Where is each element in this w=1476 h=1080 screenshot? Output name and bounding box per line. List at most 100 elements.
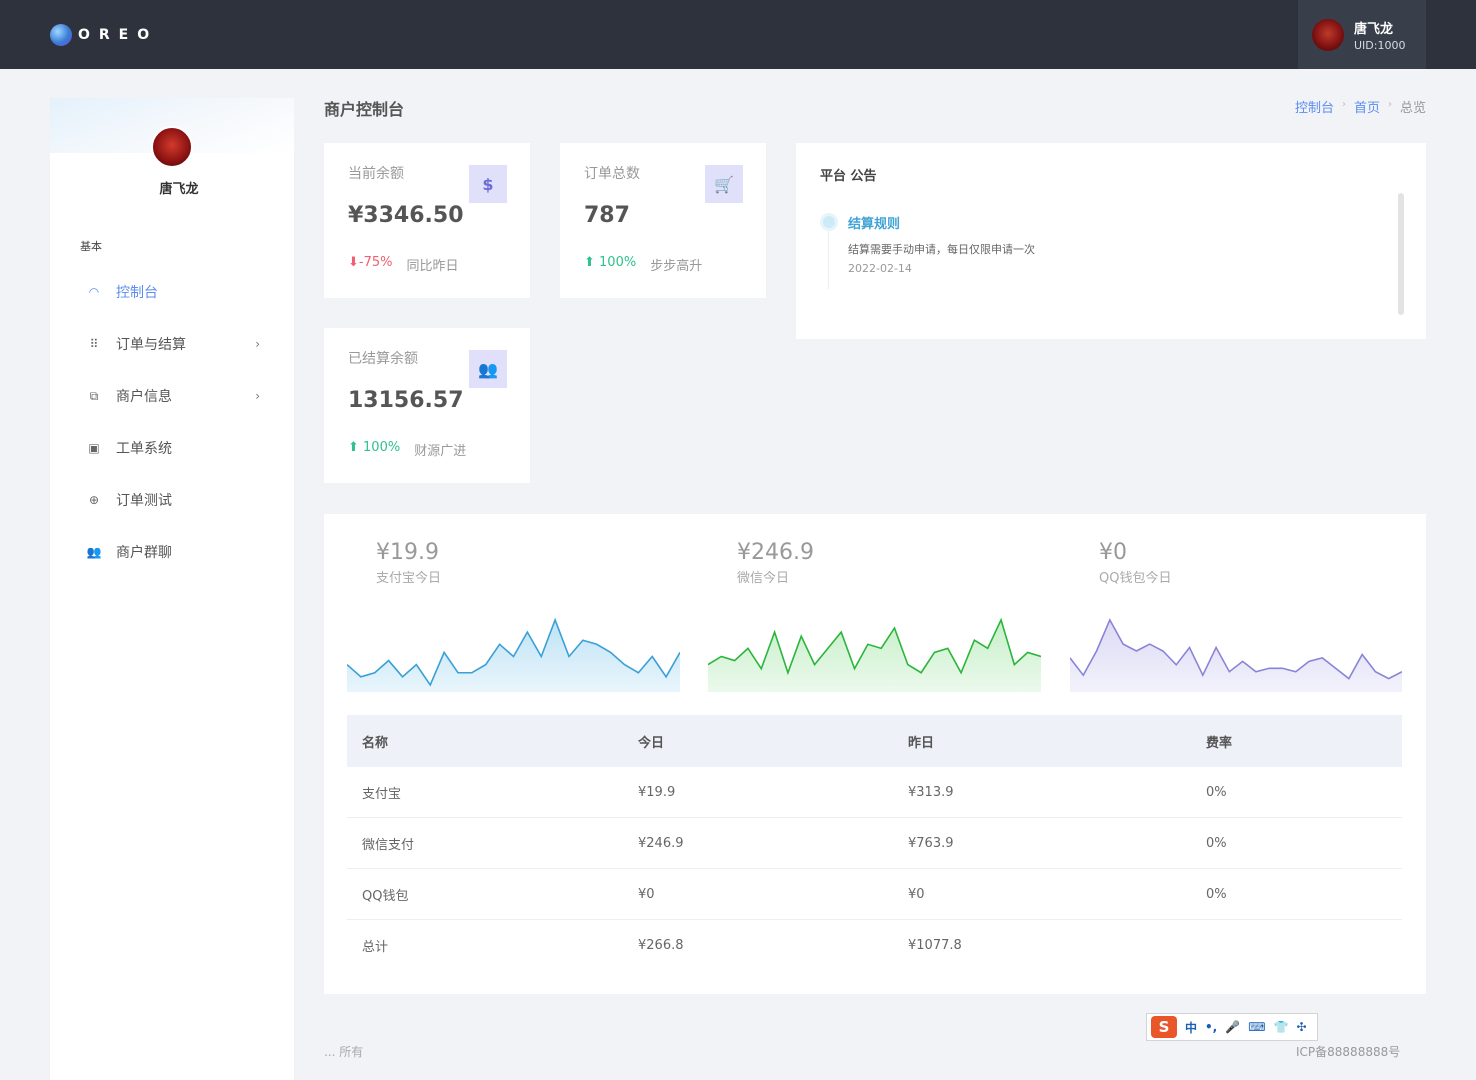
table-row: 总计 ¥266.8 ¥1077.8	[347, 920, 1402, 971]
grid-icon: ⠿	[89, 337, 99, 351]
stat-value: ¥3346.50	[348, 203, 464, 228]
trend-note: 步步高升	[650, 259, 703, 274]
trend-up-value: ⬆ 100%	[348, 440, 401, 455]
sidebar-item-label: 商户信息	[116, 389, 172, 405]
sparkline-qq	[1070, 618, 1402, 692]
sidebar-item-dashboard[interactable]: ◠ 控制台	[50, 266, 294, 318]
sidebar-user-name: 唐飞龙	[159, 182, 199, 197]
ime-keyboard-icon[interactable]: ⌨	[1248, 1020, 1265, 1034]
spark-label: 微信今日	[737, 571, 790, 586]
payment-summary-panel: ¥19.9 支付宝今日 ¥246.9 微信今日 ¥0 QQ钱包今日 名称 今日 …	[324, 514, 1426, 994]
sparkline-wechat	[708, 617, 1041, 692]
trend-note: 同比昨日	[406, 259, 459, 274]
column-header-name: 名称	[362, 735, 389, 751]
chevron-right-icon: ›	[255, 389, 260, 403]
ime-chinese-mode[interactable]: 中	[1185, 1019, 1197, 1036]
breadcrumb-item-home[interactable]: 首页	[1354, 97, 1380, 116]
notice-scrollbar[interactable]	[1398, 193, 1404, 315]
table-row: 微信支付 ¥246.9 ¥763.9 0%	[347, 818, 1402, 869]
ime-microphone-icon[interactable]: 🎤	[1225, 1020, 1240, 1034]
sparkline-area	[708, 619, 1041, 692]
stat-label: 当前余额	[348, 166, 404, 182]
table-row: QQ钱包 ¥0 ¥0 0%	[347, 869, 1402, 920]
trend-up-value: ⬆ 100%	[584, 255, 637, 270]
table-header: 名称 今日 昨日 费率	[347, 715, 1402, 767]
logo-icon	[50, 24, 72, 46]
sidebar-item-group-chat[interactable]: 👥 商户群聊	[50, 526, 294, 578]
copy-icon: ⧉	[89, 388, 99, 403]
cell-name: 微信支付	[362, 837, 415, 853]
cell-yesterday: ¥313.9	[908, 784, 954, 800]
spark-amount: ¥19.9	[376, 540, 439, 565]
stat-label: 订单总数	[584, 166, 640, 182]
notice-item-date: 2022-02-14	[848, 262, 912, 275]
breadcrumb-item-overview: 总览	[1399, 101, 1426, 116]
timeline-dot-icon	[820, 213, 838, 231]
chevron-right-icon: ›	[255, 337, 260, 351]
notice-item-title[interactable]: 结算规则	[848, 213, 900, 232]
user-uid: UID:1000	[1354, 38, 1406, 52]
sidebar-item-orders[interactable]: ⠿ 订单与结算 ›	[50, 318, 294, 370]
avatar	[1312, 18, 1344, 51]
cell-today: ¥266.8	[638, 938, 684, 953]
footer-copyright: ... 所有	[324, 1045, 364, 1059]
cart-icon: 🛒	[705, 165, 743, 203]
cell-today: ¥19.9	[638, 784, 676, 800]
table-row: 支付宝 ¥19.9 ¥313.9 0%	[347, 767, 1402, 818]
stat-card-orders: 订单总数 🛒 787 ⬆ 100% 步步高升	[560, 143, 766, 298]
dollar-icon: $	[469, 165, 507, 203]
sidebar-item-tickets[interactable]: ▣ 工单系统	[50, 422, 294, 474]
stat-value: 787	[584, 203, 630, 228]
sidebar-item-merchant-info[interactable]: ⧉ 商户信息 ›	[50, 370, 294, 422]
user-name: 唐飞龙	[1354, 21, 1394, 37]
spark-qq-header: ¥0 QQ钱包今日	[1099, 540, 1171, 586]
ime-skin-icon[interactable]: 👕	[1274, 1020, 1289, 1034]
sidebar-item-label: 工单系统	[116, 441, 172, 457]
stat-card-settled: 已结算余额 👥 13156.57 ⬆ 100% 财源广进	[324, 328, 530, 483]
cell-yesterday: ¥1077.8	[908, 938, 962, 953]
sparkline-area	[1070, 619, 1402, 692]
stat-card-balance: 当前余额 $ ¥3346.50 ⬇-75% 同比昨日	[324, 143, 530, 298]
trend-down-value: ⬇-75%	[348, 255, 393, 270]
breadcrumb-item-dashboard[interactable]: 控制台	[1295, 97, 1334, 116]
spark-amount: ¥246.9	[737, 540, 814, 565]
spark-wechat-header: ¥246.9 微信今日	[737, 540, 814, 586]
logo-text: OREO	[78, 27, 159, 43]
cell-yesterday: ¥0	[908, 886, 925, 902]
cell-name: QQ钱包	[362, 888, 409, 904]
trend-note: 财源广进	[414, 444, 467, 459]
ticket-icon: ▣	[88, 441, 100, 455]
payment-table: 名称 今日 昨日 费率 支付宝 ¥19.9 ¥313.9 0% 微信支付 ¥24…	[347, 715, 1402, 971]
sidebar-item-order-test[interactable]: ⊕ 订单测试	[50, 474, 294, 526]
cell-rate: 0%	[1206, 886, 1227, 902]
sidebar-section-label: 基本	[80, 240, 102, 253]
logo[interactable]: OREO	[50, 24, 158, 46]
test-icon: ⊕	[88, 493, 100, 507]
dashboard-icon: ◠	[88, 285, 100, 299]
ime-toolbar[interactable]: S 中 •, 🎤 ⌨ 👕 ✣	[1146, 1013, 1318, 1041]
cell-today: ¥0	[638, 886, 655, 902]
spark-label: QQ钱包今日	[1099, 571, 1172, 586]
sidebar-item-label: 订单测试	[116, 493, 172, 509]
group-icon: 👥	[86, 545, 102, 559]
ime-punctuation-icon[interactable]: •,	[1205, 1020, 1217, 1034]
sidebar-menu: ◠ 控制台 ⠿ 订单与结算 › ⧉ 商户信息 › ▣ 工单系统 ⊕ 订单测试 👥…	[50, 266, 294, 578]
cell-name: 总计	[362, 940, 389, 955]
sogou-logo-icon: S	[1151, 1016, 1177, 1038]
user-menu[interactable]: 唐飞龙 UID:1000	[1298, 0, 1426, 69]
notice-panel: 平台 公告 结算规则 结算需要手动申请，每日仅限申请一次 2022-02-14	[796, 143, 1426, 339]
cell-today: ¥246.9	[638, 835, 684, 851]
cell-rate: 0%	[1206, 835, 1227, 851]
cell-name: 支付宝	[362, 786, 402, 802]
footer-icp[interactable]: ICP备88888888号	[1296, 1043, 1400, 1060]
breadcrumb: 控制台 › 首页 › 总览	[1295, 97, 1426, 116]
column-header-today: 今日	[638, 735, 665, 751]
sidebar-avatar[interactable]	[151, 126, 193, 168]
page-title: 商户控制台	[324, 100, 405, 119]
sparkline-alipay	[347, 617, 680, 692]
ime-toolbox-icon[interactable]: ✣	[1296, 1020, 1306, 1034]
stat-label: 已结算余额	[348, 351, 418, 367]
spark-label: 支付宝今日	[376, 571, 442, 586]
column-header-yesterday: 昨日	[908, 735, 935, 751]
sidebar: 唐飞龙 基本 ◠ 控制台 ⠿ 订单与结算 › ⧉ 商户信息 › ▣ 工单系统 ⊕…	[50, 98, 294, 1080]
